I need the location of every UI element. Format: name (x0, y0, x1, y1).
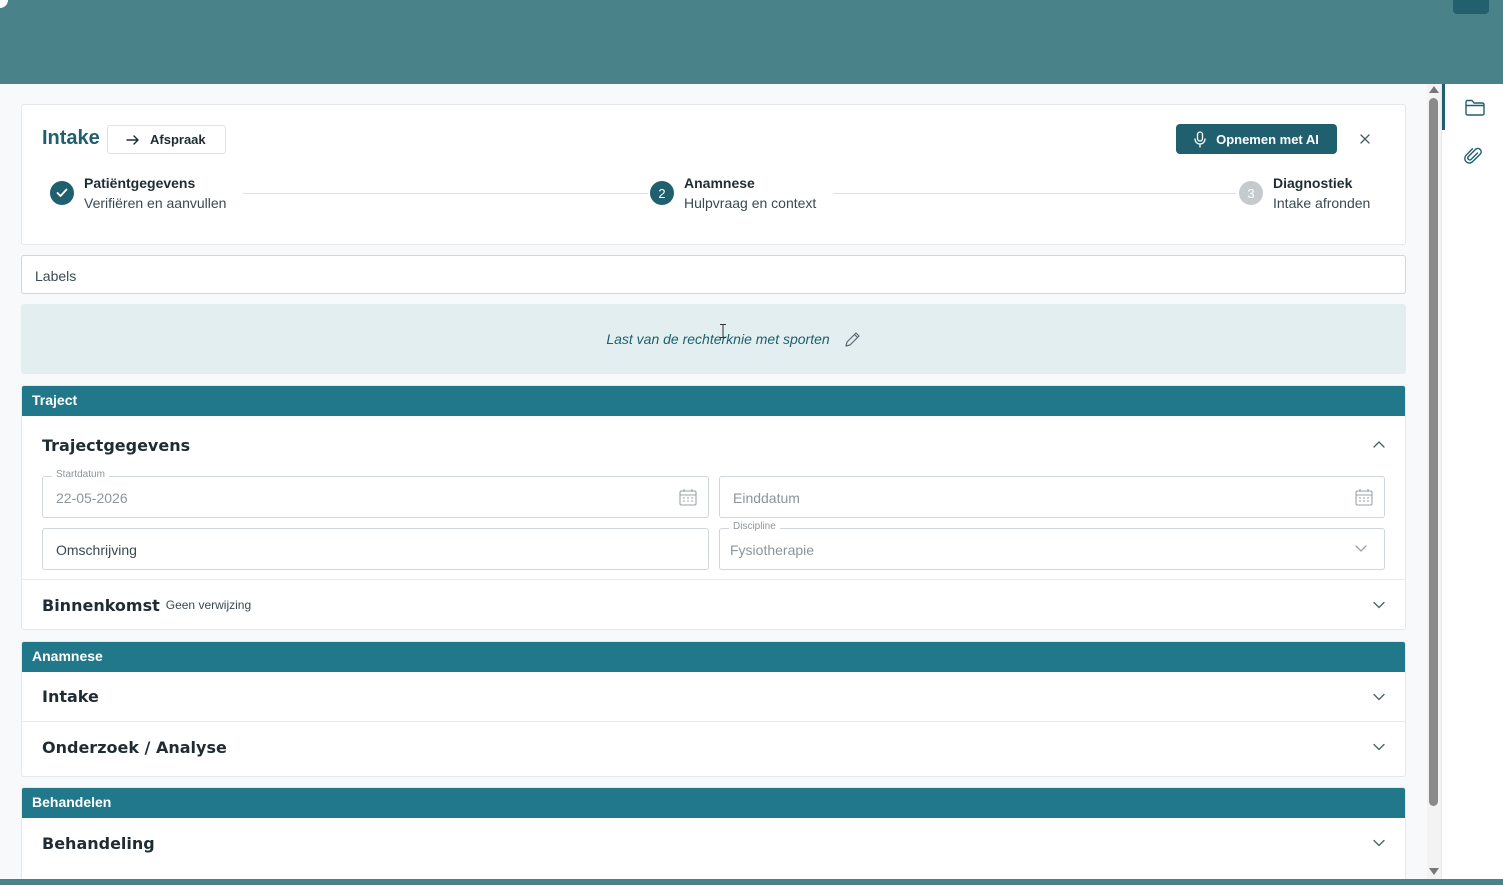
traject-heading: Traject (22, 386, 1405, 416)
intake-title: Intake (42, 687, 99, 706)
main-content: Intake Afspraak Opnemen met AI Patiëntge… (0, 84, 1427, 879)
discipline-select[interactable]: Discipline Fysiotherapie (719, 521, 1385, 570)
pencil-icon[interactable] (844, 331, 861, 348)
step-title: Anamnese (684, 175, 755, 191)
step-subtitle: Intake afronden (1273, 195, 1371, 211)
omschrijving-field[interactable]: Omschrijving (42, 528, 709, 570)
chevron-down-icon (1373, 693, 1385, 701)
behandeling-title: Behandeling (42, 833, 155, 853)
scroll-up-arrow-icon[interactable] (1429, 86, 1439, 93)
avatar[interactable] (0, 0, 8, 8)
anamnese-heading: Anamnese (22, 642, 1405, 672)
binnenkomst-title: Binnenkomst (42, 595, 160, 615)
traject-section: Traject Trajectgegevens Startdatum 22-05… (21, 385, 1406, 630)
folder-icon (1464, 99, 1485, 116)
step-title: Patiëntgegevens (84, 175, 196, 191)
check-icon (50, 181, 74, 205)
step-connector (833, 193, 1236, 194)
anamnese-section: Anamnese Intake Onderzoek / Analyse (21, 641, 1406, 777)
step-number: 3 (1239, 181, 1263, 205)
rail-attachments-button[interactable] (1442, 133, 1503, 179)
behandelen-section: Behandelen Behandeling (21, 787, 1406, 879)
step-title: Diagnostiek (1273, 175, 1353, 191)
startdatum-field[interactable]: Startdatum 22-05-2026 (42, 469, 709, 518)
afspraak-label: Afspraak (150, 132, 206, 147)
scroll-down-arrow-icon[interactable] (1429, 868, 1439, 875)
chevron-down-icon (1373, 601, 1385, 609)
paperclip-icon (1464, 147, 1482, 164)
binnenkomst-subtitle: Geen verwijzing (165, 598, 252, 612)
discipline-value: Fysiotherapie (730, 542, 815, 558)
microphone-icon (1194, 130, 1206, 148)
binnenkomst-row[interactable]: Binnenkomst Geen verwijzing (22, 580, 1405, 629)
arrow-right-icon (126, 134, 139, 145)
startdatum-label: Startdatum (52, 469, 109, 480)
top-bar (0, 0, 1503, 84)
step-connector (243, 193, 648, 194)
chevron-down-icon (1373, 743, 1385, 751)
behandeling-row[interactable]: Behandeling (22, 818, 1405, 868)
vertical-scrollbar[interactable] (1427, 84, 1441, 879)
step-subtitle: Verifiëren en aanvullen (84, 195, 227, 211)
record-ai-label: Opnemen met AI (1216, 131, 1319, 147)
behandelen-heading: Behandelen (22, 788, 1405, 818)
right-side-rail (1441, 84, 1503, 879)
chevron-down-icon (1373, 839, 1385, 847)
trajectgegevens-panel: Trajectgegevens Startdatum 22-05-2026 Ei… (22, 416, 1405, 580)
omschrijving-placeholder: Omschrijving (56, 542, 137, 558)
complaint-text: Last van de rechterknie met sporten (606, 331, 830, 347)
chevron-up-icon[interactable] (1373, 440, 1385, 448)
step-anamnese[interactable]: 2 Anamnese Hulpvraag en context (650, 174, 816, 214)
trajectgegevens-title[interactable]: Trajectgegevens (42, 436, 190, 455)
close-icon (1360, 134, 1370, 144)
calendar-icon[interactable] (1355, 488, 1373, 506)
discipline-label: Discipline (729, 521, 780, 532)
scrollbar-thumb[interactable] (1429, 98, 1438, 806)
step-patientgegevens[interactable]: Patiëntgegevens Verifiëren en aanvullen (50, 174, 226, 214)
close-button[interactable] (1355, 129, 1375, 149)
rail-folder-button[interactable] (1442, 84, 1503, 130)
intake-row[interactable]: Intake (22, 672, 1405, 722)
chevron-down-icon (1355, 545, 1367, 552)
step-subtitle: Hulpvraag en context (684, 195, 817, 211)
step-number: 2 (650, 181, 674, 205)
record-ai-button[interactable]: Opnemen met AI (1176, 124, 1337, 154)
top-menu-button[interactable] (1453, 0, 1489, 14)
einddatum-placeholder: Einddatum (733, 490, 800, 506)
onderzoek-analyse-row[interactable]: Onderzoek / Analyse (22, 722, 1405, 772)
complaint-banner[interactable]: Last van de rechterknie met sporten (21, 304, 1406, 374)
startdatum-value: 22-05-2026 (56, 490, 128, 506)
labels-input[interactable]: Labels (21, 255, 1406, 294)
calendar-icon[interactable] (679, 488, 697, 506)
onderzoek-analyse-title: Onderzoek / Analyse (42, 737, 227, 757)
page-title: Intake (42, 127, 100, 149)
einddatum-field[interactable]: Einddatum (719, 476, 1385, 518)
step-diagnostiek[interactable]: 3 Diagnostiek Intake afronden (1239, 174, 1370, 214)
intake-header-card: Intake Afspraak Opnemen met AI Patiëntge… (21, 104, 1406, 245)
afspraak-button[interactable]: Afspraak (107, 125, 226, 154)
bottom-strip (0, 879, 1503, 885)
text-cursor-icon (720, 324, 726, 338)
